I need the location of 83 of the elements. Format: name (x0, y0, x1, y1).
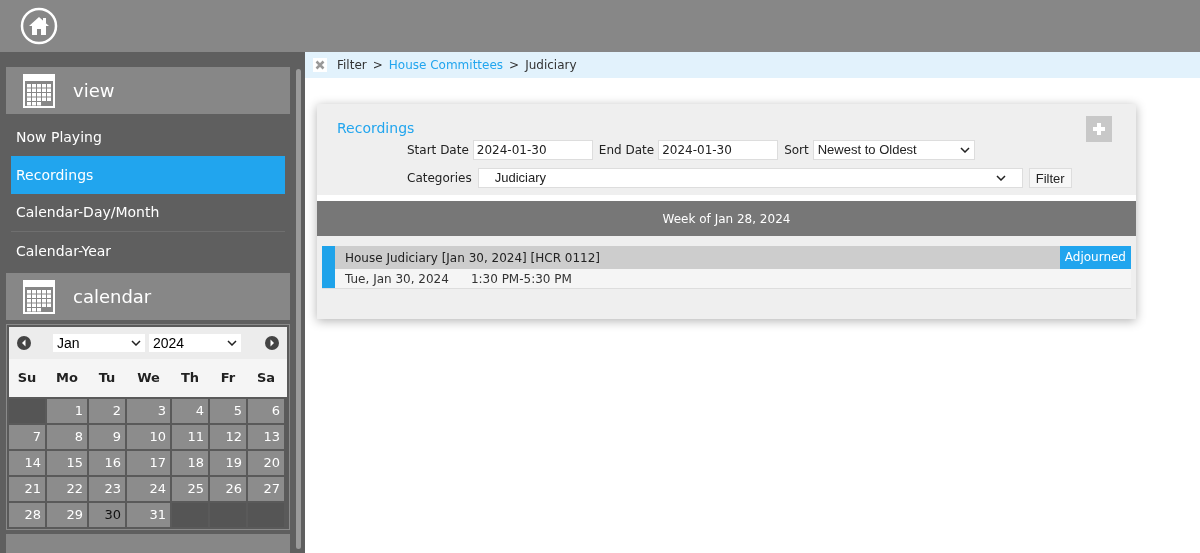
day-cell[interactable]: 6 (248, 399, 284, 424)
scrollbar[interactable] (296, 69, 301, 549)
field-label: End Date (598, 142, 655, 159)
breadcrumb-link[interactable]: House Committees (388, 56, 504, 74)
day-cell[interactable]: 31 (127, 503, 170, 528)
plus-icon (1092, 122, 1106, 136)
empty-day-cell (172, 503, 208, 528)
day-cell[interactable]: 12 (210, 425, 246, 450)
empty-day-cell (210, 503, 246, 528)
next-icon[interactable] (265, 336, 279, 351)
day-cell[interactable]: 23 (89, 477, 125, 502)
field-label: Start Date (407, 142, 469, 159)
start-date-field[interactable]: 2024-01-30 (472, 140, 593, 160)
panel-title: calendar (73, 285, 152, 310)
empty-day-cell (248, 503, 284, 528)
field-label: Categories (407, 170, 472, 187)
day-cell[interactable]: 16 (89, 451, 125, 476)
weekday-label: Sa (255, 369, 277, 388)
caret-icon (131, 340, 141, 347)
caret-icon (227, 340, 237, 347)
sort-select[interactable]: Newest to Oldest (812, 140, 975, 160)
month-select[interactable]: Jan (53, 334, 145, 353)
event-time: 1:30 PM-5:30 PM (470, 270, 572, 288)
end-date-field[interactable]: 2024-01-30 (658, 140, 779, 160)
nav-item[interactable]: Calendar-Day/Month (11, 194, 285, 233)
day-cell[interactable]: 24 (127, 477, 170, 502)
day-cell[interactable]: 27 (248, 477, 284, 502)
day-cell[interactable]: 10 (127, 425, 170, 450)
day-cell[interactable]: 5 (210, 399, 246, 424)
day-cell[interactable]: 28 (9, 503, 45, 528)
breadcrumb-separator: > (509, 57, 520, 74)
year-select[interactable]: 2024 (149, 334, 241, 353)
day-cell[interactable]: 3 (127, 399, 170, 424)
day-cell[interactable]: 14 (9, 451, 45, 476)
day-cell[interactable]: 8 (47, 425, 87, 450)
home-icon[interactable] (20, 7, 58, 45)
categories-select[interactable]: Judiciary (477, 168, 1023, 188)
day-cell[interactable]: 21 (9, 477, 45, 502)
day-cell[interactable]: 17 (127, 451, 170, 476)
filter-button[interactable]: Filter (1028, 168, 1072, 188)
event-date: Tue, Jan 30, 2024 (345, 270, 449, 288)
weekday-label: Su (16, 369, 38, 388)
day-cell[interactable]: 15 (47, 451, 87, 476)
day-cell[interactable]: 25 (172, 477, 208, 502)
day-cell[interactable]: 26 (210, 477, 246, 502)
previous-icon[interactable] (17, 336, 31, 351)
weekday-label: Mo (55, 369, 79, 388)
card-title: Recordings (337, 119, 416, 138)
breadcrumb-text: Judiciary (525, 57, 577, 74)
weekday-label: Tu (97, 369, 117, 388)
day-cell[interactable]: 4 (172, 399, 208, 424)
day-cell[interactable]: 20 (248, 451, 284, 476)
nav-item[interactable]: Now Playing (11, 118, 285, 157)
caret-icon (995, 175, 1006, 181)
breadcrumb-text: Filter (337, 57, 367, 74)
day-cell[interactable]: 2 (89, 399, 125, 424)
weekday-label: Th (179, 369, 201, 388)
day-cell[interactable]: 18 (172, 451, 208, 476)
event-title: House Judiciary [Jan 30, 2024] [HCR 0112] (344, 249, 601, 267)
day-cell[interactable]: 13 (248, 425, 284, 450)
calendar-icon (23, 73, 55, 108)
nav-item[interactable]: Recordings (11, 156, 285, 195)
day-cell[interactable]: 9 (89, 425, 125, 450)
empty-day-cell (9, 399, 45, 424)
close-icon[interactable] (313, 58, 327, 72)
status-badge: Adjourned (1059, 246, 1131, 269)
day-cell[interactable]: 1 (47, 399, 87, 424)
breadcrumb-separator: > (372, 57, 383, 74)
weekday-label: We (136, 369, 161, 388)
calendar-icon (23, 279, 55, 314)
day-cell[interactable]: 19 (210, 451, 246, 476)
day-cell[interactable]: 30 (89, 503, 125, 528)
day-cell[interactable]: 22 (47, 477, 87, 502)
event-row[interactable]: House Judiciary [Jan 30, 2024] [HCR 0112] Adjourned Tue, Jan 30, 2024 1:30 PM-5:30 PM (322, 246, 1131, 289)
panel-title: view (73, 79, 115, 104)
week-header: Week of Jan 28, 2024 (317, 201, 1136, 236)
field-label: Sort (784, 142, 809, 159)
nav-item[interactable]: Calendar-Year (11, 232, 285, 271)
weekday-label: Fr (219, 369, 237, 388)
day-cell[interactable]: 29 (47, 503, 87, 528)
day-cell[interactable]: 7 (9, 425, 45, 450)
day-cell[interactable]: 11 (172, 425, 208, 450)
caret-icon (959, 147, 970, 153)
